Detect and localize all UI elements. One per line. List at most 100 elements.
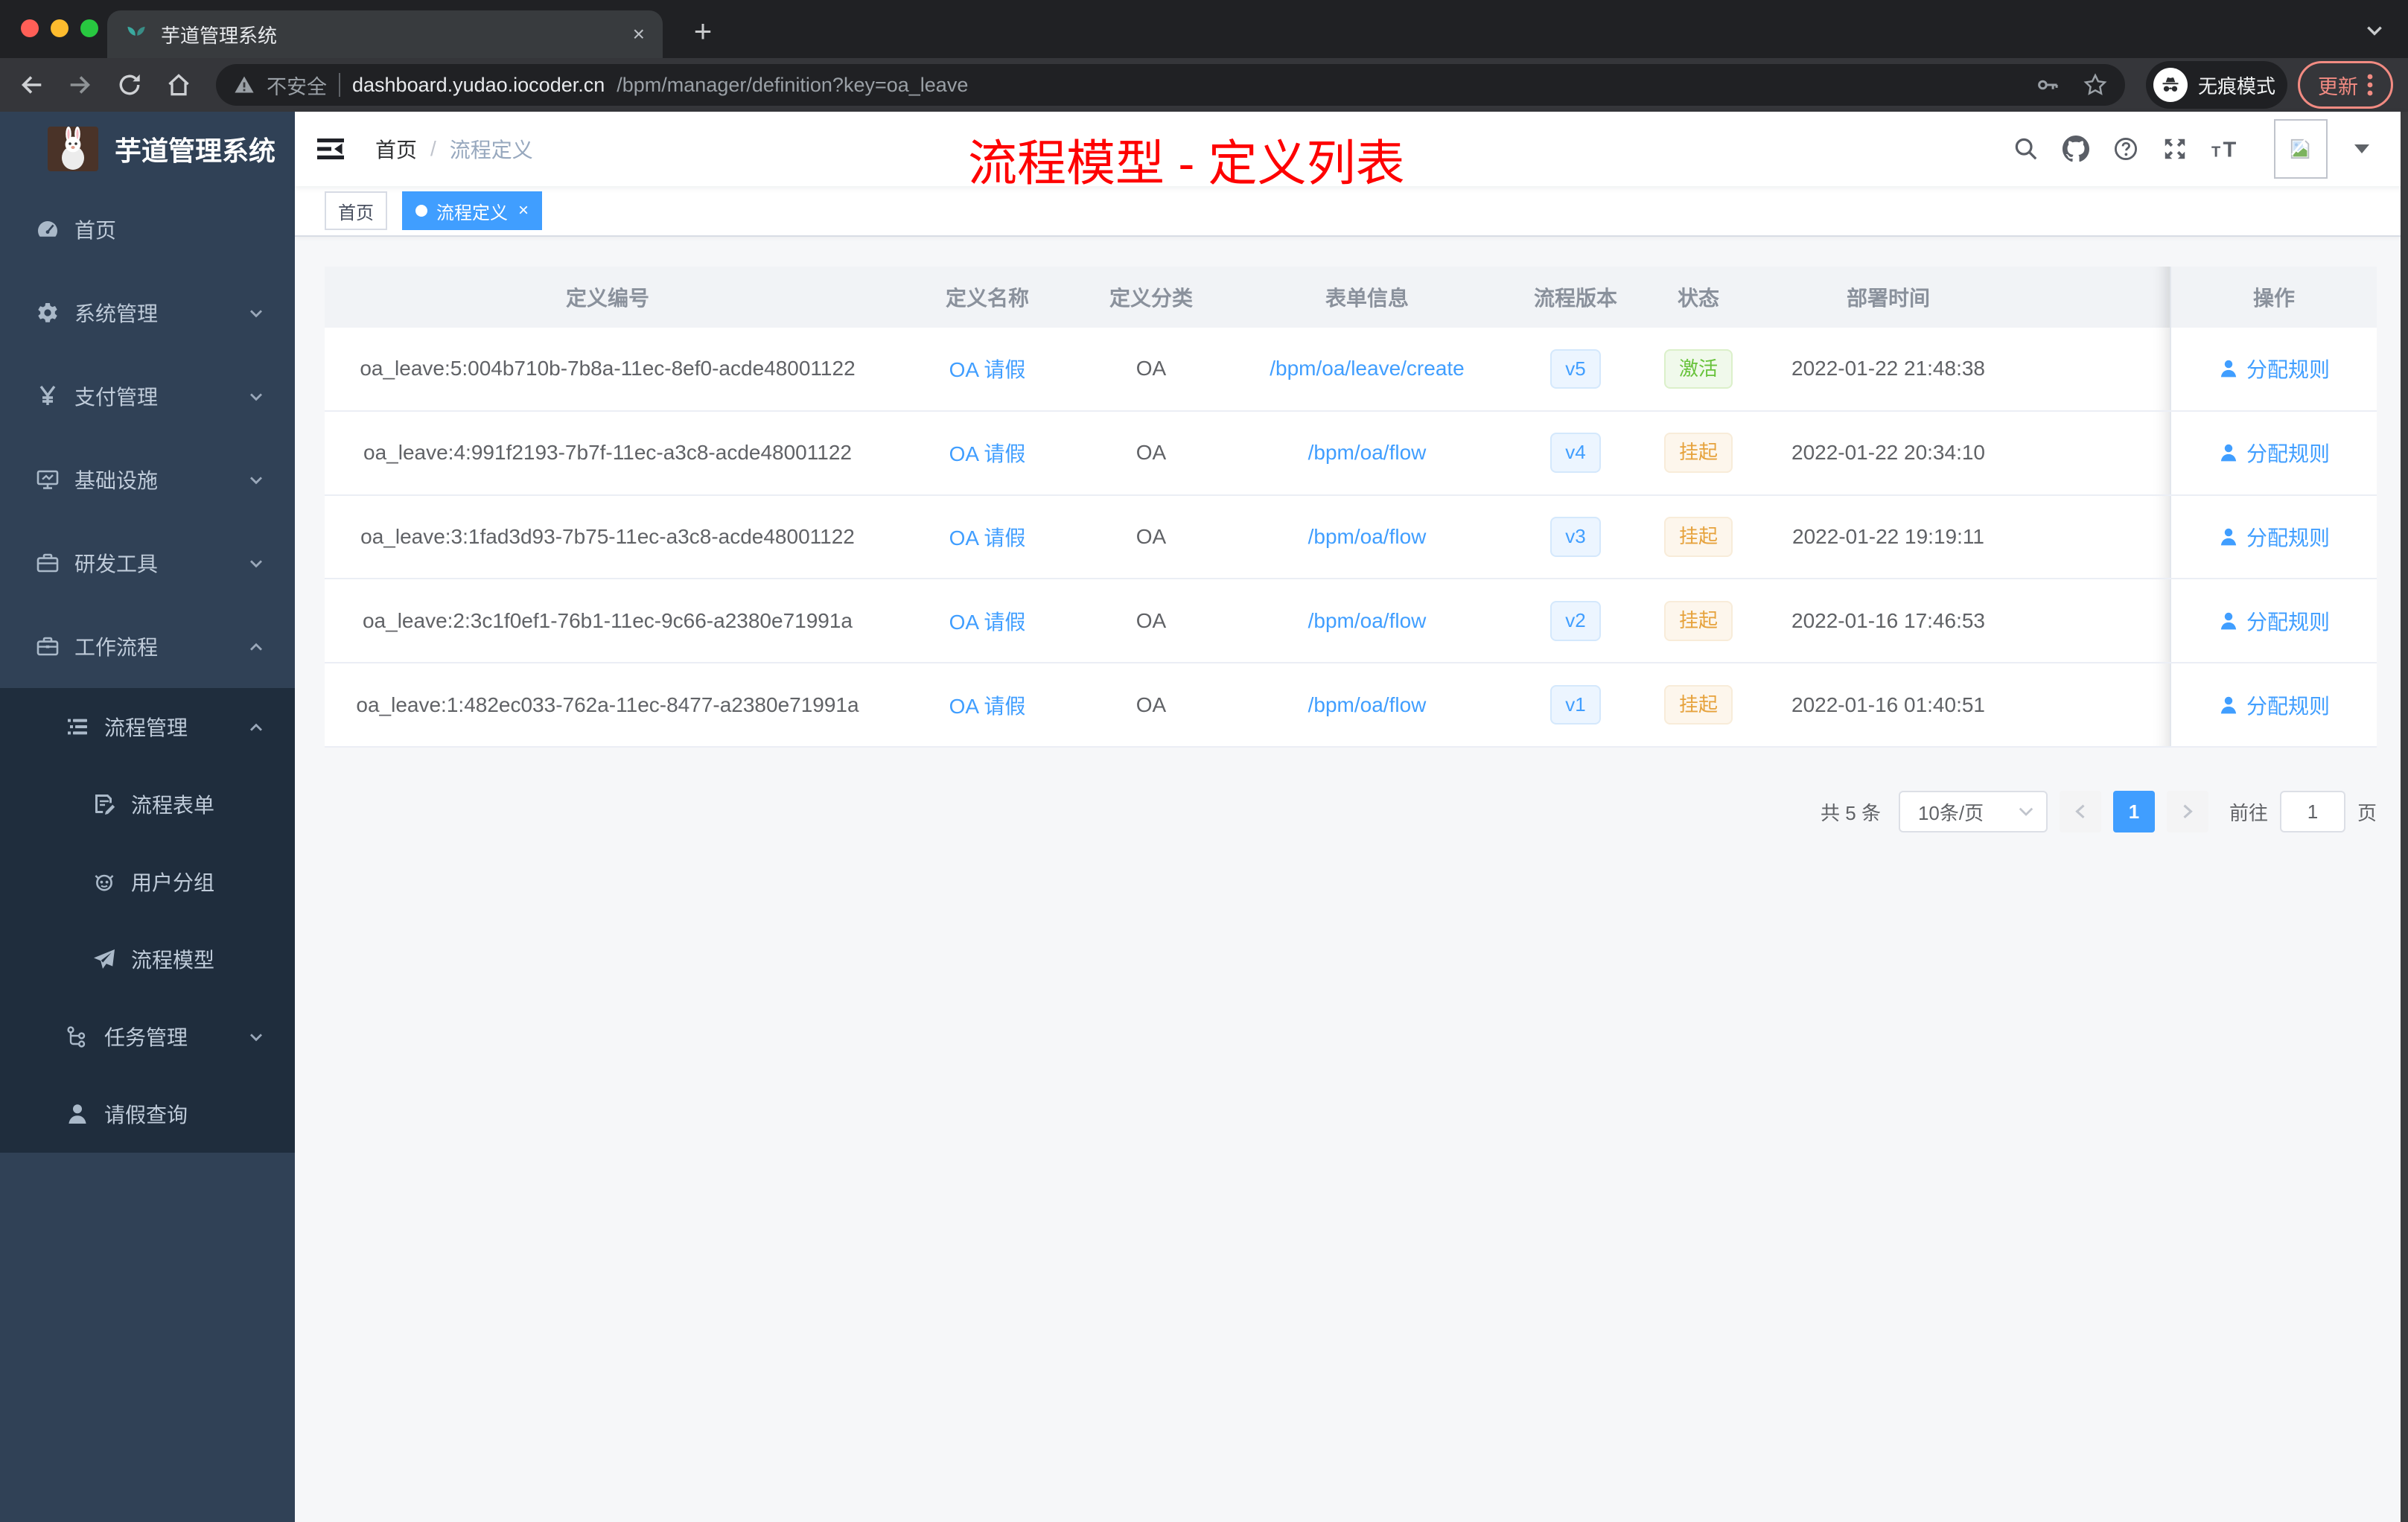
assign-rule-link[interactable]: 分配规则 — [2218, 522, 2330, 552]
incognito-icon — [2153, 68, 2188, 102]
sidebar-item-home[interactable]: 首页 — [0, 188, 295, 271]
address-bar[interactable]: 不安全 dashboard.yudao.iocoder.cn/bpm/manag… — [216, 64, 2125, 106]
chevron-down-icon[interactable] — [2354, 144, 2369, 153]
definition-name-link[interactable]: OA 请假 — [949, 438, 1026, 468]
home-button[interactable] — [159, 66, 198, 104]
form-link[interactable]: /bpm/oa/flow — [1308, 525, 1427, 549]
definition-name-link[interactable]: OA 请假 — [949, 354, 1026, 383]
sidebar-item-label: 基础设施 — [74, 469, 159, 492]
logo-rabbit-image — [48, 127, 98, 171]
svg-text:T: T — [2223, 138, 2236, 161]
definition-category: OA — [1135, 441, 1167, 465]
search-icon[interactable] — [2013, 136, 2039, 162]
assign-rule-link[interactable]: 分配规则 — [2218, 606, 2330, 636]
page-size-select[interactable]: 10条/页 — [1898, 791, 2048, 832]
sidebar-item-payment-management[interactable]: 支付管理 — [0, 354, 295, 438]
maximize-window-button[interactable] — [80, 19, 98, 37]
reload-button[interactable] — [110, 66, 149, 104]
next-page-button[interactable] — [2166, 791, 2208, 832]
goto-page-input[interactable] — [2279, 791, 2345, 832]
sidebar-item-leave-query[interactable]: 请假查询 — [0, 1075, 295, 1153]
version-badge: v2 — [1550, 600, 1601, 641]
goto-label: 前往 — [2229, 801, 2268, 824]
definition-name-link[interactable]: OA 请假 — [949, 690, 1026, 720]
form-icon — [92, 792, 116, 816]
new-tab-button[interactable]: + — [682, 10, 724, 52]
minimize-window-button[interactable] — [51, 19, 69, 37]
definition-name-link[interactable]: OA 请假 — [949, 606, 1026, 636]
top-navbar: 首页 / 流程定义 流程模型 - 定义列表 TT — [295, 112, 2408, 191]
list-icon — [66, 715, 89, 739]
sidebar-item-process-management[interactable]: 流程管理 — [0, 688, 295, 765]
definition-id: oa_leave:3:1fad3d93-7b75-11ec-a3c8-acde4… — [360, 524, 855, 548]
chevron-down-icon — [247, 1028, 265, 1051]
page-title-annotation: 流程模型 - 定义列表 — [968, 136, 1405, 191]
pagination-total: 共 5 条 — [1821, 801, 1881, 824]
tab-title: 芋道管理系统 — [161, 24, 278, 47]
current-page-button[interactable]: 1 — [2112, 791, 2155, 832]
sidebar-item-label: 流程管理 — [104, 716, 188, 739]
sidebar-item-infrastructure[interactable]: 基础设施 — [0, 438, 295, 521]
chevron-down-icon — [247, 387, 265, 411]
row-spacer — [2015, 496, 2170, 579]
tag-item[interactable]: 首页 — [325, 191, 387, 230]
bookmark-star-icon[interactable] — [2083, 73, 2107, 97]
github-icon[interactable] — [2063, 136, 2089, 162]
fullscreen-icon[interactable] — [2162, 136, 2188, 162]
close-window-button[interactable] — [21, 19, 39, 37]
definition-name-link[interactable]: OA 请假 — [949, 522, 1026, 552]
column-header: 定义名称 — [945, 287, 1029, 310]
kebab-menu-icon[interactable] — [2367, 73, 2373, 97]
tag-active[interactable]: 流程定义 × — [402, 191, 543, 230]
page-size-value: 10条/页 — [1917, 801, 1984, 824]
sidebar-item-dev-tools[interactable]: 研发工具 — [0, 521, 295, 605]
chevron-down-icon — [247, 554, 265, 578]
sidebar-collapse-icon[interactable] — [316, 134, 345, 164]
sidebar-item-label: 研发工具 — [74, 553, 159, 576]
tag-close-icon[interactable]: × — [518, 200, 529, 221]
assign-rule-link[interactable]: 分配规则 — [2218, 690, 2330, 720]
column-header: 流程版本 — [1533, 287, 1617, 310]
key-icon[interactable] — [2036, 73, 2060, 97]
form-link[interactable]: /bpm/oa/leave/create — [1270, 357, 1465, 380]
assign-rule-link[interactable]: 分配规则 — [2218, 438, 2330, 468]
active-dot — [415, 205, 427, 217]
tree-icon — [66, 1025, 89, 1048]
browser-edge-strip — [2401, 112, 2408, 1522]
tag-label: 流程定义 — [436, 203, 508, 223]
table-row: oa_leave:1:482ec033-762a-11ec-8477-a2380… — [325, 663, 2377, 748]
chevron-up-icon — [247, 718, 265, 742]
tab-close-icon[interactable]: × — [633, 22, 645, 46]
sidebar-item-workflow[interactable]: 工作流程 — [0, 605, 295, 688]
chrome-update-button[interactable]: 更新 — [2298, 61, 2393, 109]
sidebar-item-system-management[interactable]: 系统管理 — [0, 271, 295, 354]
forward-button[interactable] — [61, 66, 100, 104]
page-content: 定义编号 定义名称 定义分类 表单信息 流程版本 状态 部署时间 操作 oa_leave:5:0… — [295, 237, 2408, 1522]
chevron-up-icon — [247, 637, 265, 661]
help-icon[interactable] — [2113, 136, 2138, 162]
form-link[interactable]: /bpm/oa/flow — [1308, 441, 1427, 465]
select-caret-icon — [2018, 806, 2034, 818]
tab-search-chevron-icon[interactable] — [2365, 21, 2384, 40]
sidebar-item-process-model[interactable]: 流程模型 — [0, 920, 295, 998]
back-button[interactable] — [12, 66, 51, 104]
sidebar-item-label: 任务管理 — [104, 1026, 188, 1049]
prev-page-button[interactable] — [2059, 791, 2101, 832]
breadcrumb-current: 流程定义 — [449, 138, 533, 162]
font-size-icon[interactable]: TT — [2211, 137, 2241, 161]
browser-tab[interactable]: 芋道管理系统 × — [107, 10, 663, 58]
navbar-actions: TT — [2013, 112, 2369, 186]
app-title: 芋道管理系统 — [115, 136, 276, 166]
status-badge: 挂起 — [1663, 517, 1733, 557]
avatar[interactable] — [2274, 119, 2328, 179]
form-link[interactable]: /bpm/oa/flow — [1308, 609, 1427, 633]
breadcrumb-home[interactable]: 首页 — [375, 134, 417, 164]
assign-rule-link[interactable]: 分配规则 — [2218, 354, 2330, 383]
sidebar-item-task-management[interactable]: 任务管理 — [0, 998, 295, 1075]
sidebar-item-process-form[interactable]: 流程表单 — [0, 765, 295, 843]
form-link[interactable]: /bpm/oa/flow — [1308, 693, 1427, 717]
sidebar-item-user-group[interactable]: 用户分组 — [0, 843, 295, 920]
window-controls — [21, 19, 98, 37]
url-host: dashboard.yudao.iocoder.cn — [352, 73, 605, 96]
table-row: oa_leave:5:004b710b-7b8a-11ec-8ef0-acde4… — [325, 328, 2377, 412]
